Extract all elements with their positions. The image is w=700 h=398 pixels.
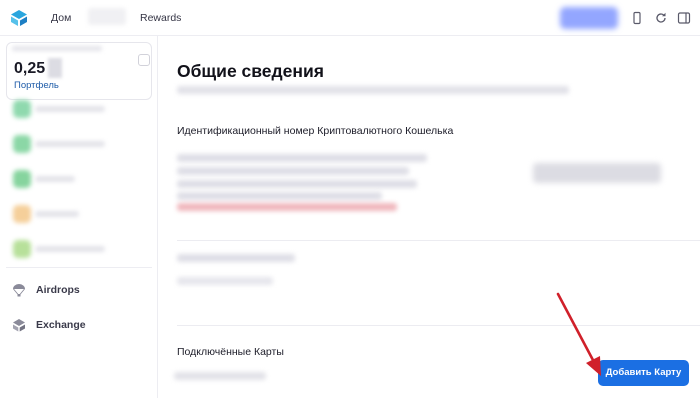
asset-icon (13, 100, 31, 118)
section-value-blurred (177, 277, 273, 285)
sidebar-asset-item[interactable] (13, 133, 153, 155)
wallet-address-blurred (177, 167, 409, 175)
portfolio-label: Портфель (14, 80, 59, 91)
asset-icon (13, 170, 31, 188)
sidebar-asset-item[interactable] (13, 168, 153, 190)
wallet-address-blurred (177, 154, 427, 162)
asset-icon (13, 205, 31, 223)
sidebar-item-label: Exchange (36, 319, 86, 331)
portfolio-caption-blurred (12, 46, 102, 51)
sidebar-divider (6, 267, 152, 268)
page-subtitle-blurred (177, 86, 569, 94)
wallet-address-blurred (177, 192, 382, 200)
section-divider (177, 240, 700, 241)
section-heading-blurred (177, 254, 295, 262)
add-card-button[interactable]: Добавить Карту (598, 360, 689, 386)
logo-icon[interactable] (10, 9, 28, 27)
collapse-icon[interactable] (677, 11, 691, 25)
chevron-down-icon[interactable] (138, 54, 150, 66)
portfolio-value: 0,25 (14, 60, 46, 77)
sidebar-asset-item[interactable] (13, 238, 153, 260)
asset-icon (13, 240, 31, 258)
connected-cards-status-blurred (174, 372, 266, 380)
sidebar-item-airdrops[interactable]: Airdrops (12, 282, 152, 300)
connected-cards-label: Подключённые Карты (177, 346, 284, 358)
top-bar: Дом Rewards (0, 0, 700, 36)
refresh-icon[interactable] (654, 11, 668, 25)
section-divider (177, 325, 700, 326)
sidebar-item-exchange[interactable]: Exchange (12, 317, 152, 335)
asset-icon (13, 135, 31, 153)
phone-icon[interactable] (630, 11, 644, 25)
page-title: Общие сведения (177, 61, 324, 81)
portfolio-currency-blurred (48, 58, 62, 78)
sidebar-asset-item[interactable] (13, 203, 153, 225)
sidebar-item-label: Airdrops (36, 284, 80, 296)
header-action-button[interactable] (560, 7, 618, 29)
parachute-icon (13, 284, 25, 297)
sidebar-asset-item[interactable] (13, 98, 153, 120)
exchange-icon (13, 319, 25, 332)
wallet-address-blurred (177, 180, 417, 188)
wallet-warning-blurred (177, 203, 397, 211)
wallet-id-label: Идентификационный номер Криптовалютного … (177, 125, 454, 137)
nav-home[interactable]: Дом (51, 12, 71, 24)
nav-rewards[interactable]: Rewards (140, 12, 181, 24)
copy-address-button[interactable] (533, 163, 661, 183)
nav-item-blurred[interactable] (88, 8, 126, 25)
